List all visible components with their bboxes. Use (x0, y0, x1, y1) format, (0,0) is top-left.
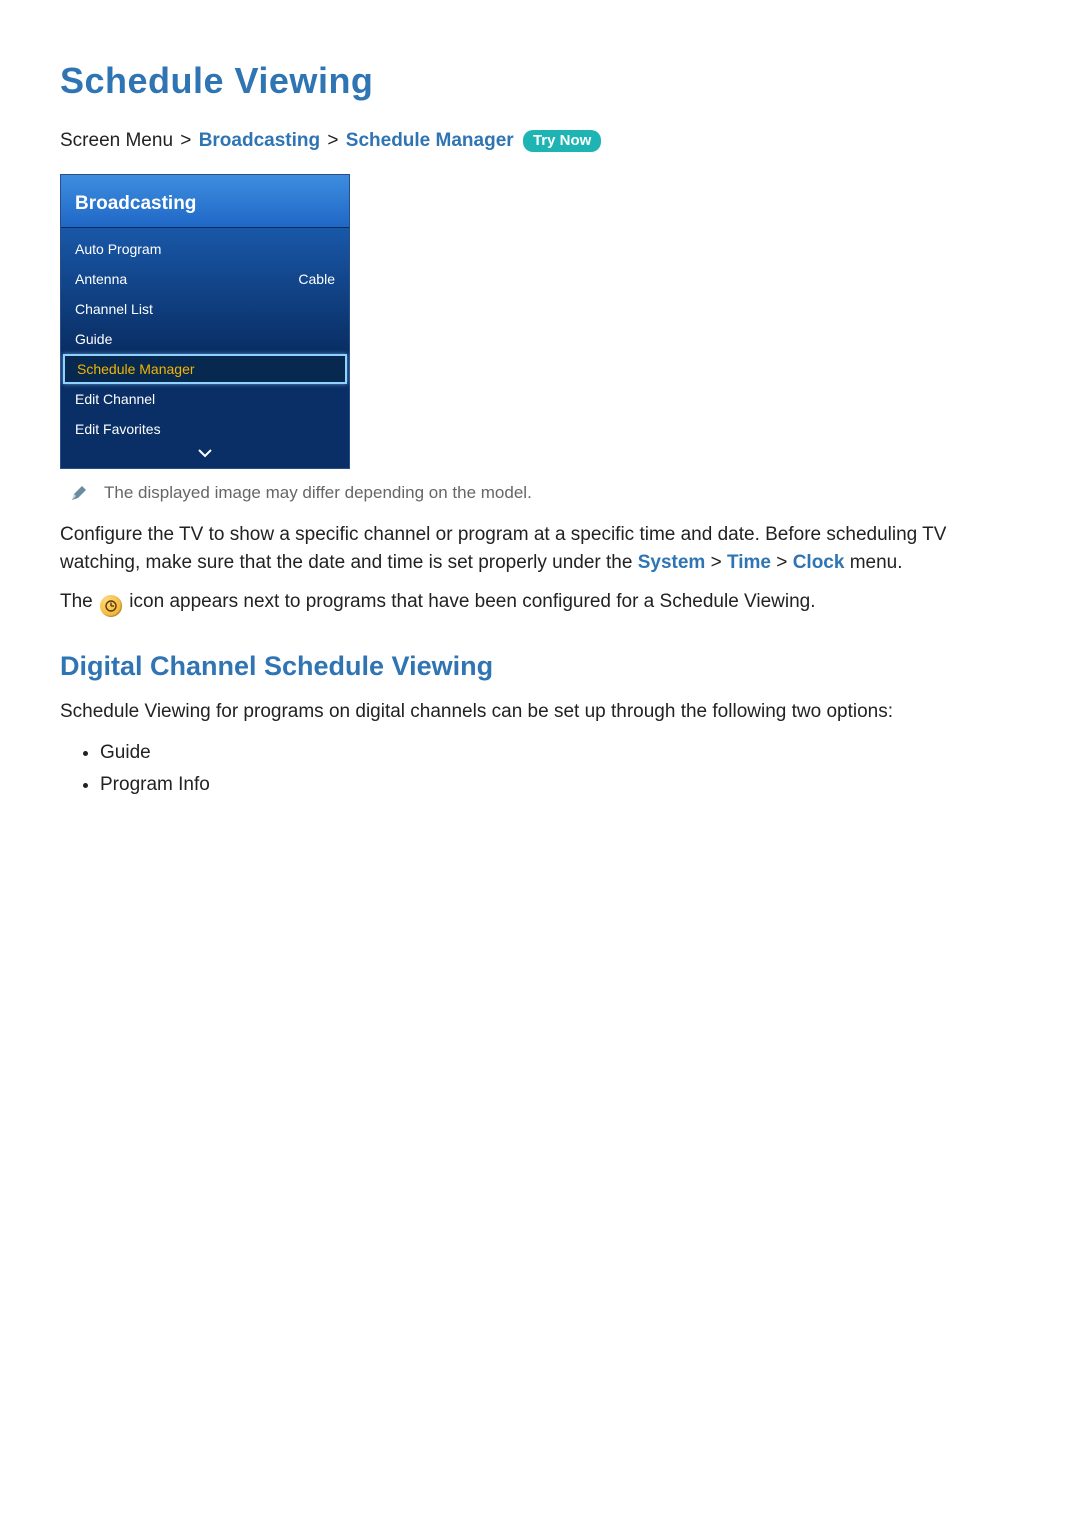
menu-item-label: Antenna (75, 271, 127, 287)
menu-header: Broadcasting (61, 175, 349, 228)
menu-item-edit-favorites[interactable]: Edit Favorites (61, 414, 349, 444)
menu-item-antenna[interactable]: Antenna Cable (61, 264, 349, 294)
menu-item-label: Auto Program (75, 241, 161, 257)
note-text: The displayed image may differ depending… (104, 483, 532, 503)
note-row: The displayed image may differ depending… (70, 483, 1020, 503)
pencil-icon (70, 484, 88, 502)
breadcrumb-broadcasting: Broadcasting (199, 130, 320, 151)
section-digital-channel: Digital Channel Schedule Viewing (60, 651, 1020, 682)
menu-item-value: Cable (298, 271, 335, 287)
menu-body: Auto Program Antenna Cable Channel List … (61, 228, 349, 468)
link-clock: Clock (793, 552, 845, 573)
clock-icon (100, 593, 122, 621)
try-now-badge[interactable]: Try Now (523, 130, 601, 152)
page: Schedule Viewing Screen Menu > Broadcast… (0, 0, 1080, 802)
options-list: Guide Program Info (60, 737, 1020, 802)
menu-scroll-down[interactable] (61, 444, 349, 468)
chevron-down-icon (197, 446, 213, 462)
link-system: System (638, 552, 706, 573)
para2-b: icon appears next to programs that have … (124, 591, 815, 612)
menu-item-auto-program[interactable]: Auto Program (61, 234, 349, 264)
menu-item-label: Edit Favorites (75, 421, 161, 437)
list-item: Program Info (100, 769, 1020, 801)
menu-item-label: Edit Channel (75, 391, 155, 407)
sep: > (776, 552, 787, 573)
menu-item-channel-list[interactable]: Channel List (61, 294, 349, 324)
page-title: Schedule Viewing (60, 60, 1020, 102)
breadcrumb-schedule-manager: Schedule Manager (346, 130, 514, 151)
menu-item-label: Guide (75, 331, 112, 347)
paragraph-icon: The icon appears next to programs that h… (60, 588, 1020, 621)
para2-a: The (60, 591, 98, 612)
para1-b: menu. (844, 552, 902, 573)
list-item: Guide (100, 737, 1020, 769)
sep: > (711, 552, 722, 573)
breadcrumb: Screen Menu > Broadcasting > Schedule Ma… (60, 130, 1020, 152)
paragraph-digital: Schedule Viewing for programs on digital… (60, 698, 1020, 726)
paragraph-configure: Configure the TV to show a specific chan… (60, 521, 1020, 576)
breadcrumb-sep-2: > (327, 130, 338, 151)
menu-item-schedule-manager[interactable]: Schedule Manager (63, 354, 347, 384)
menu-item-label: Schedule Manager (77, 361, 195, 377)
broadcasting-menu-panel: Broadcasting Auto Program Antenna Cable … (60, 174, 350, 469)
menu-item-guide[interactable]: Guide (61, 324, 349, 354)
menu-item-edit-channel[interactable]: Edit Channel (61, 384, 349, 414)
breadcrumb-sep-1: > (180, 130, 191, 151)
breadcrumb-prefix: Screen Menu (60, 130, 173, 151)
menu-item-label: Channel List (75, 301, 153, 317)
link-time: Time (727, 552, 771, 573)
